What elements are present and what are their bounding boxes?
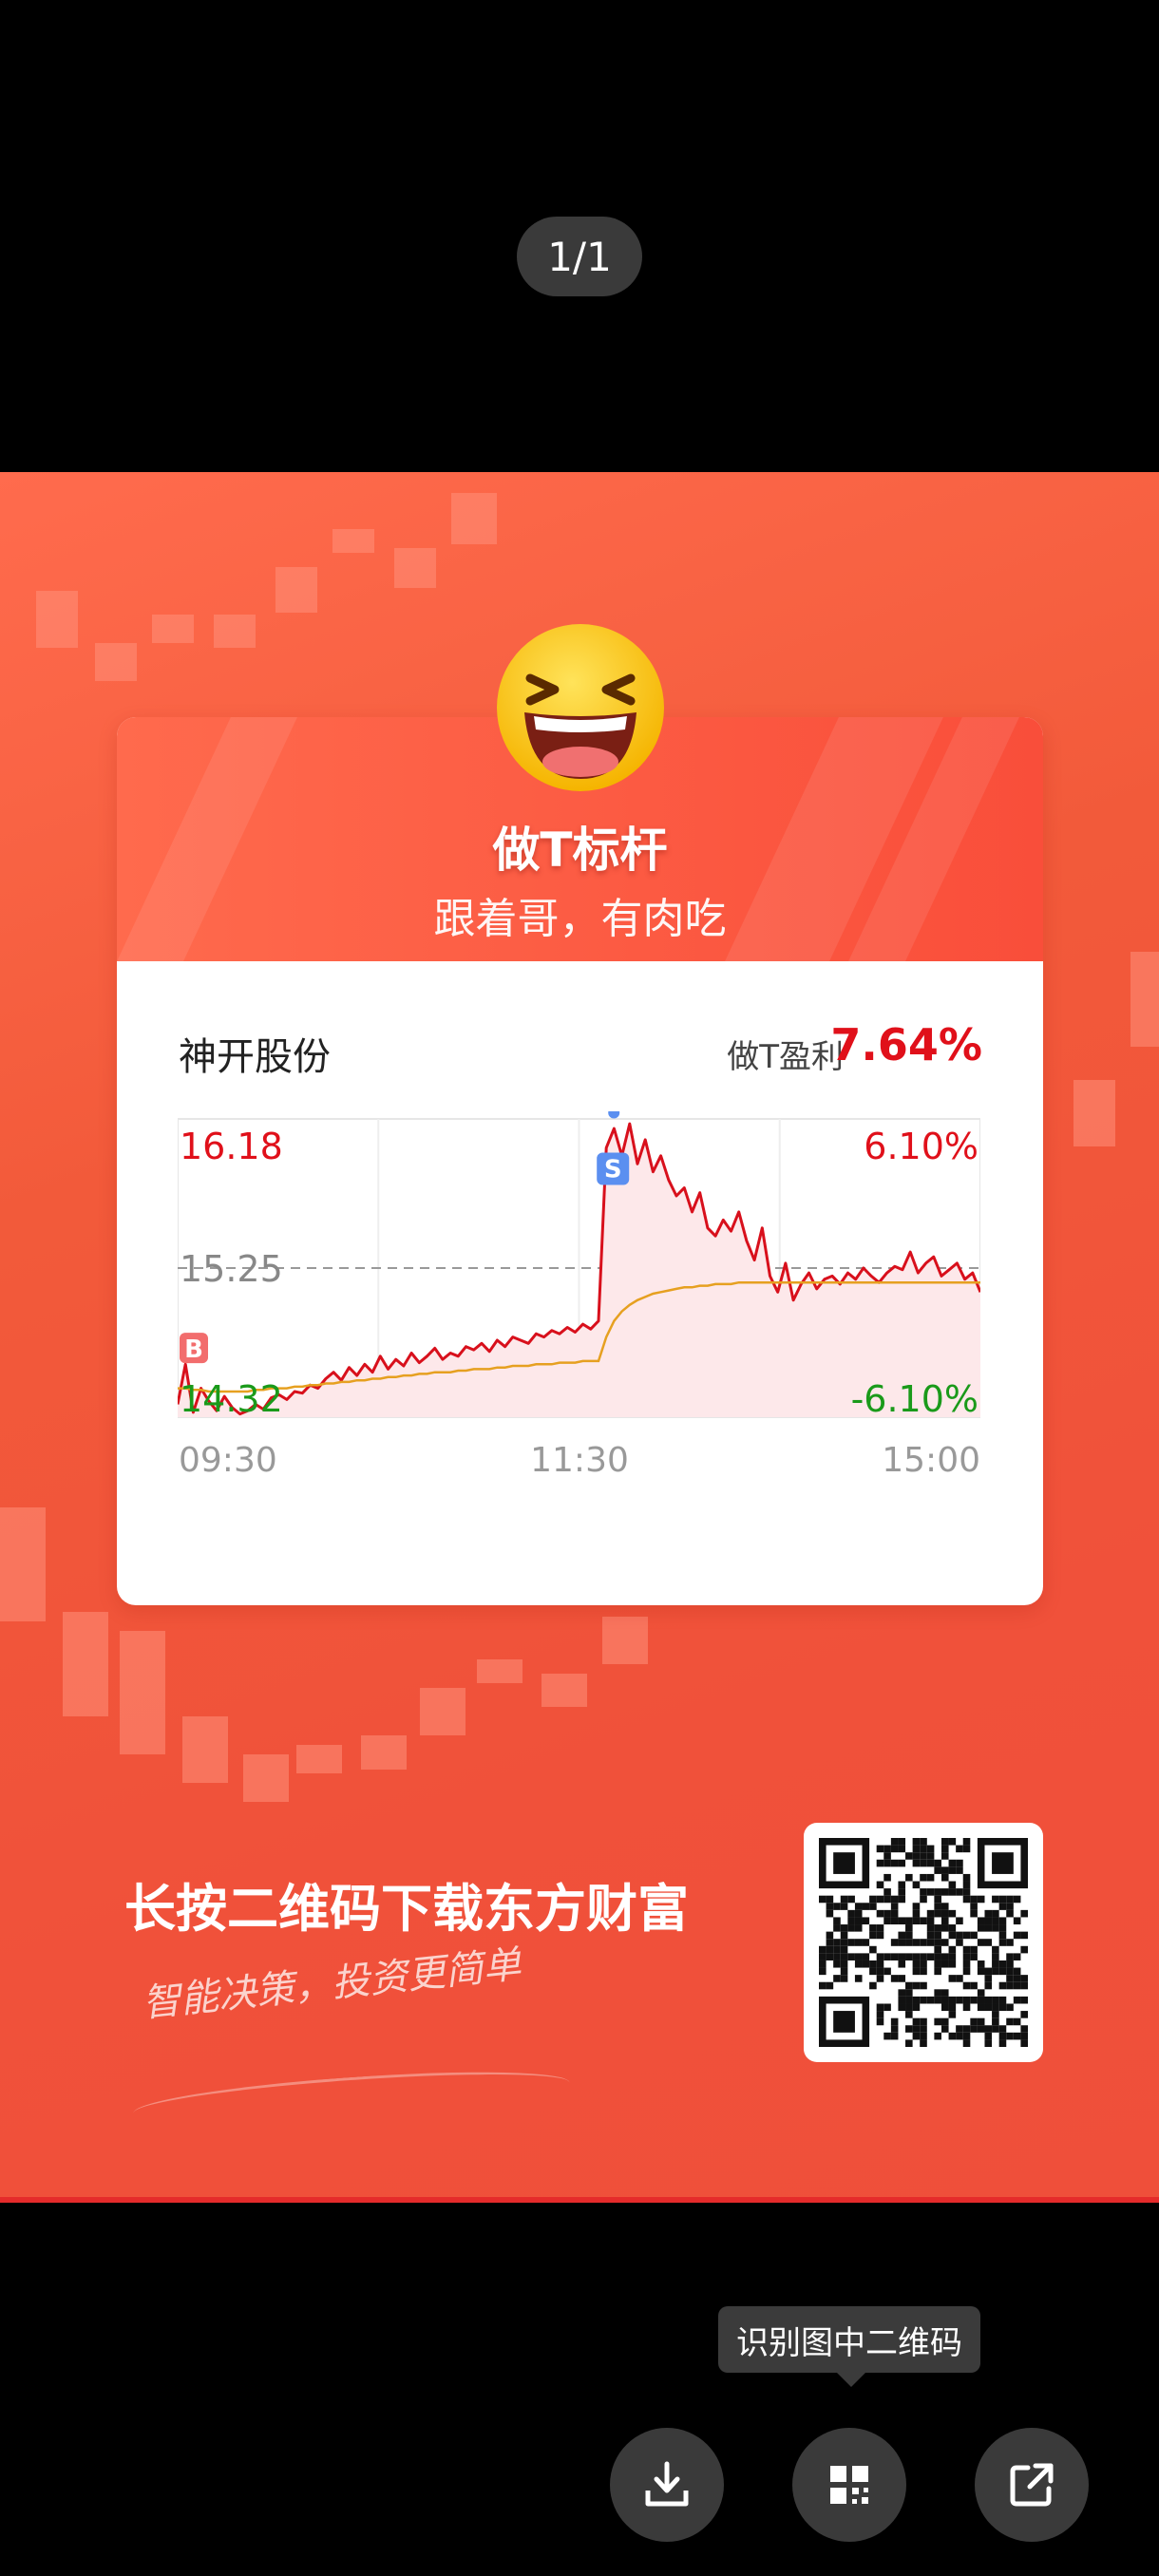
qr-scan-icon	[830, 2466, 868, 2504]
laughing-emoji-icon	[497, 624, 664, 791]
slogan: 智能决策，投资更简单	[141, 1942, 523, 2026]
price-low-label: 14.32	[180, 1378, 283, 1420]
buy-marker-label: B	[184, 1335, 203, 1364]
qr-code[interactable]	[804, 1823, 1043, 2062]
bg-candle	[36, 591, 78, 648]
time-axis-label: 15:00	[882, 1441, 980, 1480]
share-icon	[1010, 2463, 1054, 2507]
time-axis-label: 09:30	[179, 1441, 277, 1480]
tooltip-arrow	[836, 2372, 866, 2387]
price-mid-label: 15.25	[180, 1248, 283, 1290]
profit-card: 做T标杆 跟着哥，有肉吃 神开股份 做T盈利 7.64% B S 16.18 15.2…	[117, 717, 1043, 1605]
card-subtitle: 跟着哥，有肉吃	[433, 895, 727, 943]
profit-label: 做T盈利	[727, 1038, 844, 1076]
bg-candle	[542, 1674, 587, 1707]
bg-candle	[276, 567, 317, 613]
bg-candle	[332, 529, 374, 553]
slogan-underline	[132, 2062, 571, 2133]
bg-candle	[1074, 1080, 1115, 1146]
share-button[interactable]	[975, 2428, 1089, 2542]
bg-candle	[602, 1617, 648, 1664]
scan-qr-button[interactable]	[792, 2428, 906, 2542]
price-high-label: 16.18	[180, 1126, 283, 1167]
bg-candle	[477, 1659, 522, 1683]
bg-candle	[120, 1631, 165, 1754]
page-counter: 1/1	[517, 217, 642, 296]
bg-candle	[296, 1745, 342, 1773]
bg-candle	[182, 1716, 228, 1783]
poster-bottom-border	[0, 2197, 1159, 2203]
scan-qr-tooltip: 识别图中二维码	[718, 2306, 980, 2373]
pct-low-label: -6.10%	[851, 1378, 978, 1420]
bg-candle	[1130, 952, 1159, 1047]
download-icon	[645, 2461, 689, 2507]
time-axis-label: 11:30	[530, 1441, 629, 1480]
bg-candle	[361, 1735, 407, 1770]
qr-code-image	[819, 1838, 1028, 2047]
bg-candle	[95, 643, 137, 681]
card-title: 做T标杆	[492, 823, 668, 878]
bg-candle	[420, 1688, 466, 1735]
stock-name: 神开股份	[179, 1035, 331, 1079]
bg-candle	[63, 1612, 108, 1716]
download-cta: 长按二维码下载东方财富	[124, 1879, 689, 1939]
sell-marker-label: S	[604, 1156, 622, 1184]
share-poster[interactable]: 做T标杆 跟着哥，有肉吃 神开股份 做T盈利 7.64% B S 16.18 15.2…	[0, 472, 1159, 2203]
sell-point-dot	[608, 1111, 620, 1119]
bg-candle	[394, 548, 436, 588]
bg-candle	[214, 615, 256, 648]
bg-candle	[0, 1507, 46, 1621]
intraday-chart: B S 16.18 15.25 14.32 6.10% -6.10%	[178, 1111, 980, 1420]
bg-candle	[451, 493, 497, 544]
profit-value: 7.64%	[830, 1019, 982, 1070]
bg-candle	[152, 615, 194, 643]
pct-high-label: 6.10%	[864, 1126, 978, 1167]
bg-candle	[243, 1754, 289, 1802]
download-button[interactable]	[610, 2428, 724, 2542]
